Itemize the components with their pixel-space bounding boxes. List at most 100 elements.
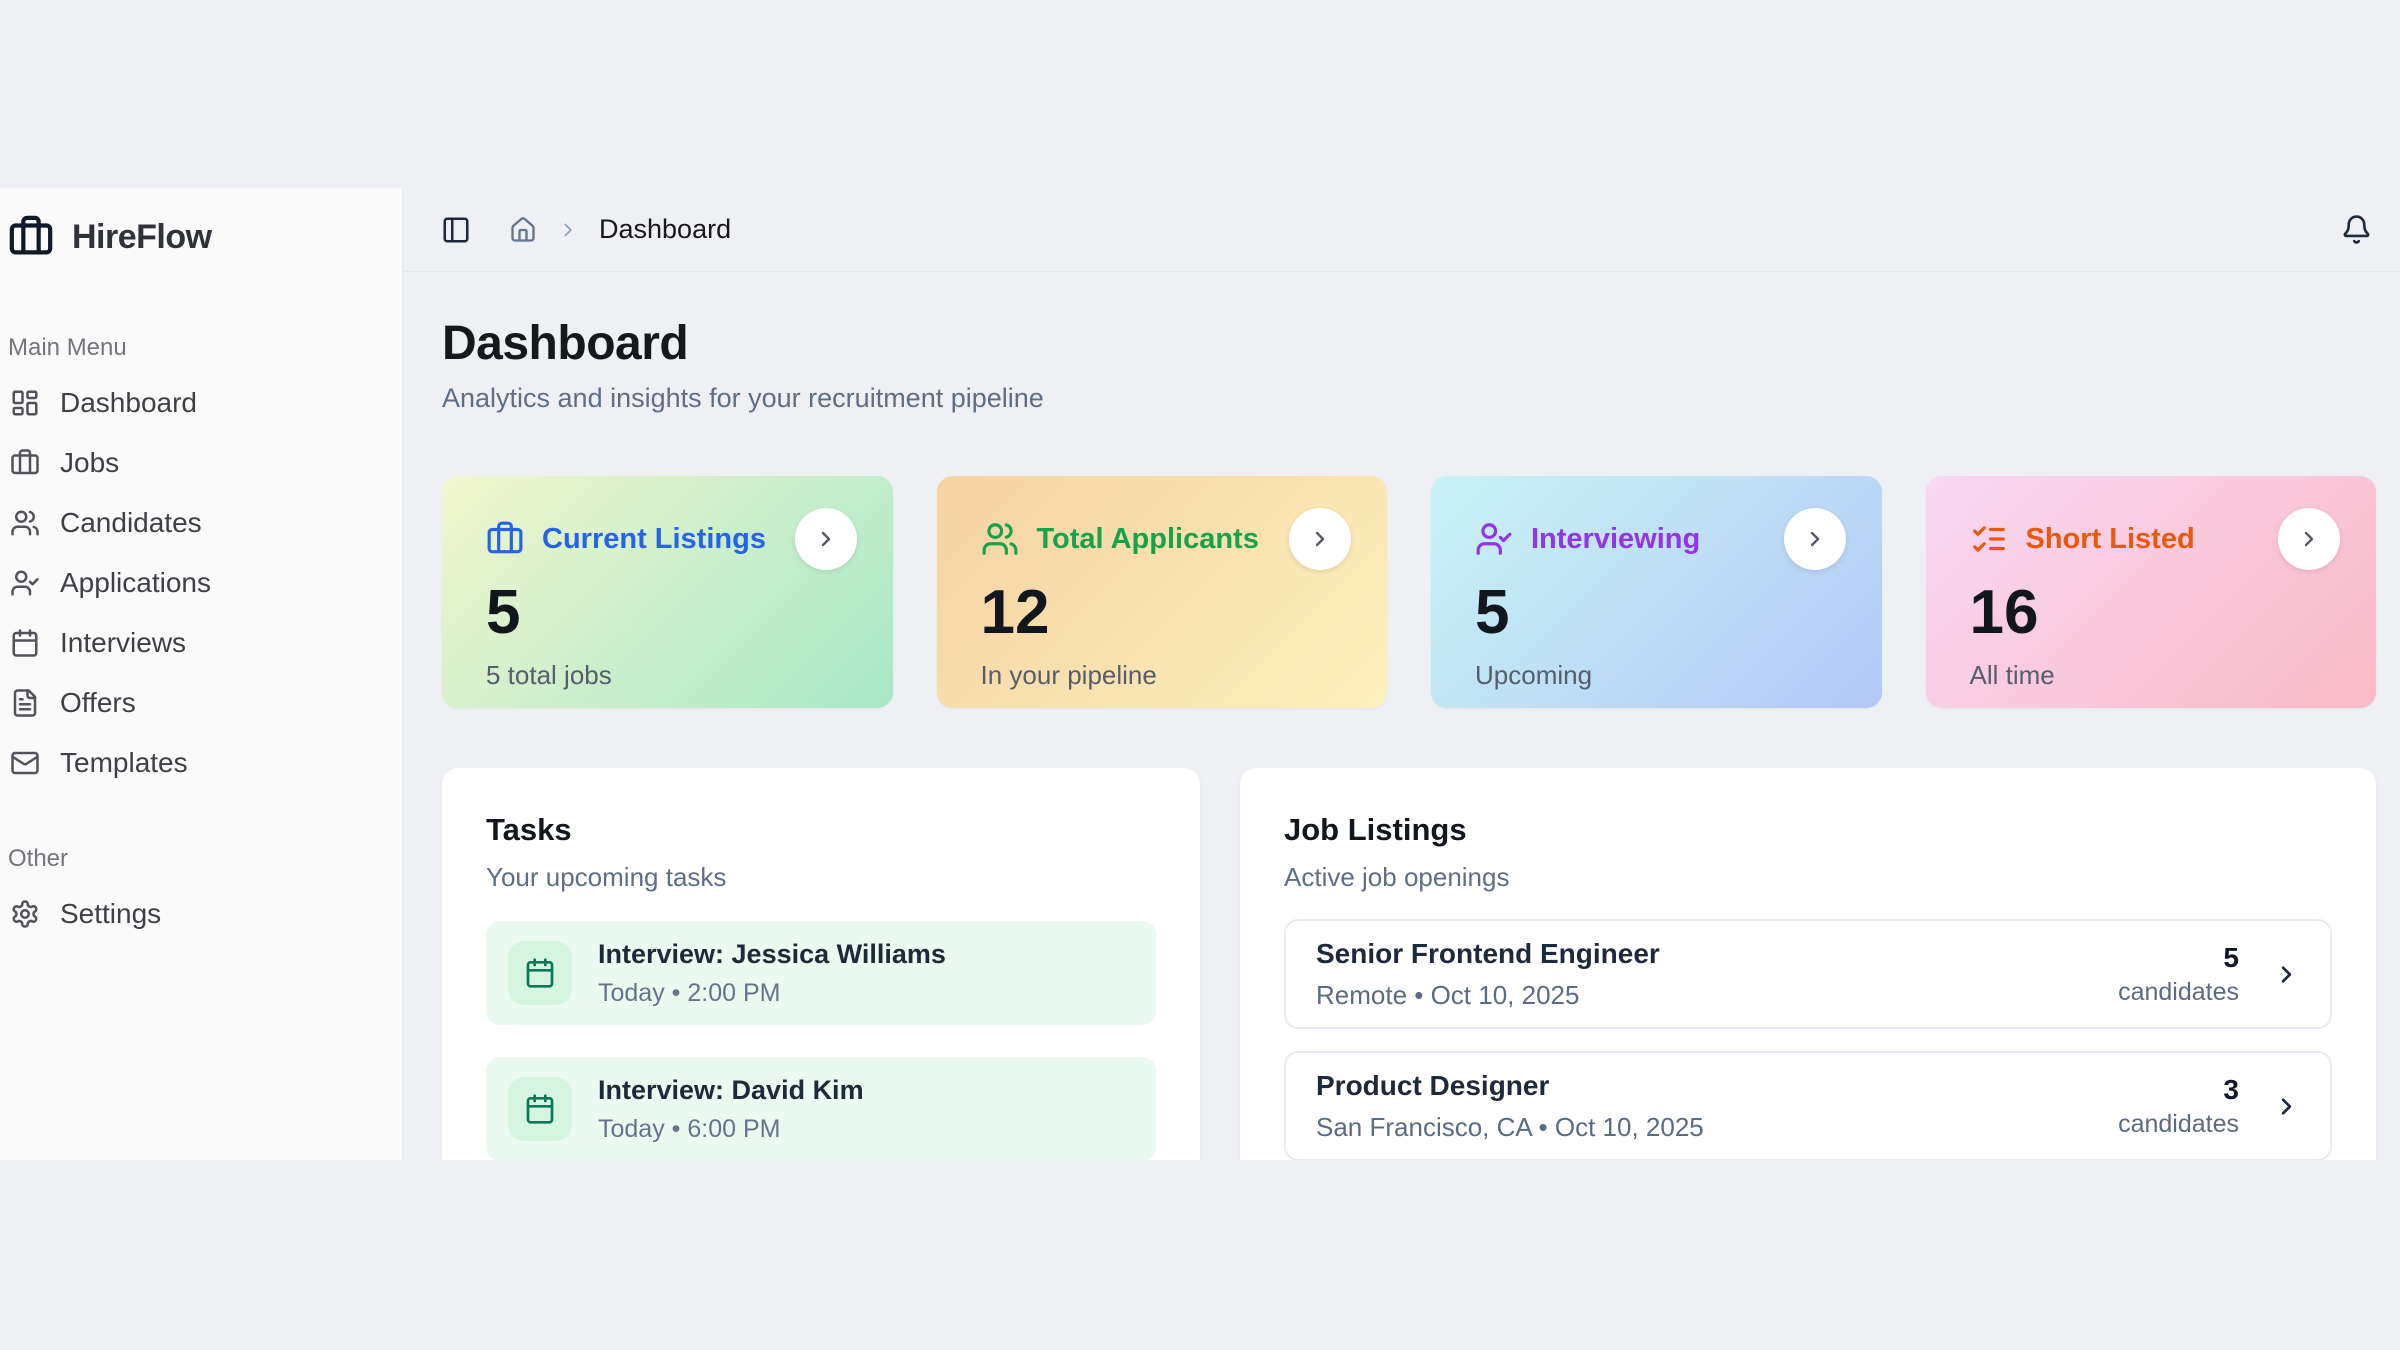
task-row[interactable]: Interview: Jessica Williams Today • 2:00… — [486, 921, 1156, 1025]
job-listings-panel: Job Listings Active job openings Senior … — [1240, 768, 2376, 1160]
job-meta: San Francisco, CA • Oct 10, 2025 — [1316, 1112, 1704, 1143]
stat-card-interviewing[interactable]: Interviewing 5 Upcoming — [1431, 476, 1882, 708]
chevron-right-icon — [1803, 527, 1827, 551]
breadcrumb-home-button[interactable] — [509, 216, 537, 244]
job-candidate-count: 3 — [2118, 1074, 2239, 1106]
stat-card-total-applicants[interactable]: Total Applicants 12 In your pipeline — [937, 476, 1388, 708]
stat-caption: Upcoming — [1475, 660, 1846, 691]
stat-card-short-listed[interactable]: Short Listed 16 All time — [1926, 476, 2377, 708]
page-content: Dashboard Analytics and insights for you… — [403, 272, 2400, 1160]
stat-value: 16 — [1970, 582, 2341, 644]
job-row-right: 3 candidates — [2118, 1074, 2300, 1139]
calendar-icon — [508, 941, 572, 1005]
stat-value: 5 — [1475, 582, 1846, 644]
chevron-right-icon — [2297, 527, 2321, 551]
list-checks-icon — [1970, 520, 2008, 558]
job-candidate-count: 5 — [2118, 942, 2239, 974]
job-title: Product Designer — [1316, 1070, 1704, 1102]
sidebar-toggle-button[interactable] — [441, 215, 471, 245]
sidebar-item-dashboard[interactable]: Dashboard — [8, 373, 386, 433]
stat-caption: In your pipeline — [981, 660, 1352, 691]
stat-card-header: Interviewing — [1475, 508, 1846, 570]
stat-card-header: Current Listings — [486, 508, 857, 570]
brand-name: HireFlow — [72, 218, 212, 257]
stat-open-button[interactable] — [795, 508, 857, 570]
sidebar-item-templates[interactable]: Templates — [8, 733, 386, 793]
sidebar-item-applications[interactable]: Applications — [8, 553, 386, 613]
bottom-row: Tasks Your upcoming tasks Interview: Jes… — [442, 768, 2376, 1160]
briefcase-logo-icon — [8, 214, 54, 260]
sidebar-item-interviews[interactable]: Interviews — [8, 613, 386, 673]
briefcase-icon — [486, 520, 524, 558]
app-window: HireFlow Main Menu Dashboard Jobs Candid… — [0, 188, 2400, 1160]
stat-open-button[interactable] — [1289, 508, 1351, 570]
stat-card-current-listings[interactable]: Current Listings 5 5 total jobs — [442, 476, 893, 708]
stat-open-button[interactable] — [1784, 508, 1846, 570]
brand: HireFlow — [8, 214, 386, 260]
users-icon — [10, 508, 40, 538]
panel-left-icon — [441, 215, 471, 245]
job-row[interactable]: Product Designer San Francisco, CA • Oct… — [1284, 1051, 2332, 1160]
task-row[interactable]: Interview: David Kim Today • 6:00 PM — [486, 1057, 1156, 1160]
job-title: Senior Frontend Engineer — [1316, 938, 1660, 970]
sidebar-item-candidates[interactable]: Candidates — [8, 493, 386, 553]
bell-icon — [2341, 214, 2372, 245]
stat-label: Short Listed — [2026, 523, 2195, 556]
job-candidate-count-label: candidates — [2118, 978, 2239, 1007]
briefcase-icon — [10, 448, 40, 478]
job-count-block: 3 candidates — [2118, 1074, 2239, 1139]
sidebar-item-label: Settings — [60, 898, 161, 930]
sidebar-item-label: Dashboard — [60, 387, 197, 419]
stat-open-button[interactable] — [2278, 508, 2340, 570]
sidebar-item-settings[interactable]: Settings — [8, 884, 386, 944]
job-row[interactable]: Senior Frontend Engineer Remote • Oct 10… — [1284, 919, 2332, 1029]
topbar: Dashboard — [403, 188, 2400, 272]
sidebar-item-offers[interactable]: Offers — [8, 673, 386, 733]
sidebar-section-other: Other — [8, 845, 386, 873]
sidebar-menu-other: Settings — [8, 884, 386, 944]
chevron-right-icon[interactable] — [2273, 961, 2300, 988]
main-area: Dashboard Dashboard Analytics and insigh… — [403, 188, 2400, 1160]
user-check-icon — [10, 568, 40, 598]
job-meta: Remote • Oct 10, 2025 — [1316, 980, 1660, 1011]
stat-label: Total Applicants — [1037, 523, 1259, 556]
users-icon — [981, 520, 1019, 558]
task-list: Interview: Jessica Williams Today • 2:00… — [486, 921, 1156, 1160]
sidebar-item-label: Templates — [60, 747, 188, 779]
user-check-icon — [1475, 520, 1513, 558]
calendar-icon — [508, 1077, 572, 1141]
chevron-right-icon — [557, 219, 579, 241]
stats-row: Current Listings 5 5 total jobs Total Ap… — [442, 476, 2376, 708]
calendar-icon — [10, 628, 40, 658]
sidebar-section-main-menu: Main Menu — [8, 334, 386, 362]
layout-dashboard-icon — [10, 388, 40, 418]
home-icon — [509, 216, 537, 244]
stat-card-header: Short Listed — [1970, 508, 2341, 570]
breadcrumb-current: Dashboard — [599, 214, 731, 245]
stat-label: Current Listings — [542, 523, 766, 556]
job-list: Senior Frontend Engineer Remote • Oct 10… — [1284, 919, 2332, 1160]
stat-caption: 5 total jobs — [486, 660, 857, 691]
job-candidate-count-label: candidates — [2118, 1110, 2239, 1139]
page-title: Dashboard — [442, 316, 2376, 371]
job-listings-subtitle: Active job openings — [1284, 862, 2332, 893]
stat-value: 5 — [486, 582, 857, 644]
sidebar-item-label: Interviews — [60, 627, 186, 659]
job-row-right: 5 candidates — [2118, 942, 2300, 1007]
task-meta: Today • 6:00 PM — [598, 1115, 864, 1144]
stat-label: Interviewing — [1531, 523, 1700, 556]
task-title: Interview: Jessica Williams — [598, 939, 946, 970]
page-subtitle: Analytics and insights for your recruitm… — [442, 383, 2376, 414]
sidebar-item-jobs[interactable]: Jobs — [8, 433, 386, 493]
chevron-right-icon — [1308, 527, 1332, 551]
tasks-subtitle: Your upcoming tasks — [486, 862, 1156, 893]
file-text-icon — [10, 688, 40, 718]
chevron-right-icon[interactable] — [2273, 1093, 2300, 1120]
sidebar-item-label: Candidates — [60, 507, 202, 539]
sidebar: HireFlow Main Menu Dashboard Jobs Candid… — [0, 188, 403, 1160]
stat-caption: All time — [1970, 660, 2341, 691]
task-title: Interview: David Kim — [598, 1075, 864, 1106]
notifications-button[interactable] — [2341, 214, 2372, 245]
sidebar-item-label: Offers — [60, 687, 136, 719]
sidebar-item-label: Jobs — [60, 447, 119, 479]
